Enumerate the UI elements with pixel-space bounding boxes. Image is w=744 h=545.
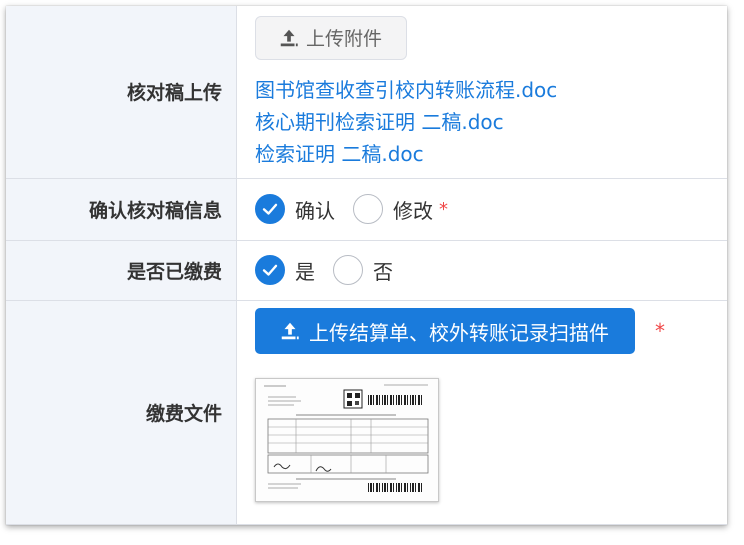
row-paid: 是否已缴费 是 否 xyxy=(6,240,727,301)
form-panel: 核对稿上传 上传附件 图书馆查收查引校内转账流程.doc 核心期刊检索证明 二稿… xyxy=(6,6,727,525)
receipt-image xyxy=(256,379,438,501)
radio-no[interactable]: 否 xyxy=(333,255,393,285)
payment-form: 核对稿上传 上传附件 图书馆查收查引校内转账流程.doc 核心期刊检索证明 二稿… xyxy=(6,6,727,525)
radio-modify-circle[interactable] xyxy=(353,194,383,224)
required-mark: * xyxy=(655,319,665,343)
radio-no-label: 否 xyxy=(373,259,393,284)
radio-yes-label: 是 xyxy=(295,259,315,284)
payment-receipt-thumbnail[interactable] xyxy=(255,378,439,502)
radio-confirm-checked[interactable] xyxy=(255,194,285,224)
label-proof-upload: 核对稿上传 xyxy=(6,6,237,179)
file-link[interactable]: 图书馆查收查引校内转账流程.doc xyxy=(255,74,727,106)
row-proof-upload: 核对稿上传 上传附件 图书馆查收查引校内转账流程.doc 核心期刊检索证明 二稿… xyxy=(6,6,727,179)
upload-attachment-button[interactable]: 上传附件 xyxy=(255,15,408,60)
label-paid: 是否已缴费 xyxy=(6,240,237,301)
required-mark: * xyxy=(439,198,448,220)
label-payment-file: 缴费文件 xyxy=(6,300,237,525)
row-confirm-proof: 确认核对稿信息 确认 修改 * xyxy=(6,178,727,241)
upload-payment-scan-label: 上传结算单、校外转账记录扫描件 xyxy=(309,320,609,345)
check-icon xyxy=(262,264,278,276)
paid-radio-group: 是 否 xyxy=(255,255,727,285)
confirm-proof-cell: 确认 修改 * xyxy=(236,178,727,241)
radio-no-circle[interactable] xyxy=(333,255,363,285)
file-link[interactable]: 核心期刊检索证明 二稿.doc xyxy=(255,106,727,138)
upload-icon xyxy=(280,29,298,46)
paid-cell: 是 否 xyxy=(236,240,727,301)
upload-icon xyxy=(281,322,299,340)
file-link[interactable]: 检索证明 二稿.doc xyxy=(255,138,727,170)
radio-modify-label: 修改 xyxy=(393,198,433,223)
proof-upload-cell: 上传附件 图书馆查收查引校内转账流程.doc 核心期刊检索证明 二稿.doc 检… xyxy=(236,6,727,179)
check-icon xyxy=(262,203,278,215)
confirm-radio-group: 确认 修改 * xyxy=(255,194,727,224)
radio-confirm-label: 确认 xyxy=(295,198,335,223)
radio-modify[interactable]: 修改 xyxy=(353,194,433,224)
payment-file-cell: 上传结算单、校外转账记录扫描件 * xyxy=(236,300,727,525)
upload-attachment-label: 上传附件 xyxy=(306,28,383,51)
payment-upload-row: 上传结算单、校外转账记录扫描件 * xyxy=(255,308,727,354)
radio-yes-checked[interactable] xyxy=(255,255,285,285)
row-payment-file: 缴费文件 上传结算单、校外转账记录扫描件 * xyxy=(6,300,727,525)
upload-payment-scan-button[interactable]: 上传结算单、校外转账记录扫描件 xyxy=(255,308,635,354)
radio-confirm[interactable]: 确认 xyxy=(255,194,335,224)
file-list: 图书馆查收查引校内转账流程.doc 核心期刊检索证明 二稿.doc 检索证明 二… xyxy=(255,74,727,170)
radio-yes[interactable]: 是 xyxy=(255,255,315,285)
label-confirm-proof: 确认核对稿信息 xyxy=(6,178,237,241)
